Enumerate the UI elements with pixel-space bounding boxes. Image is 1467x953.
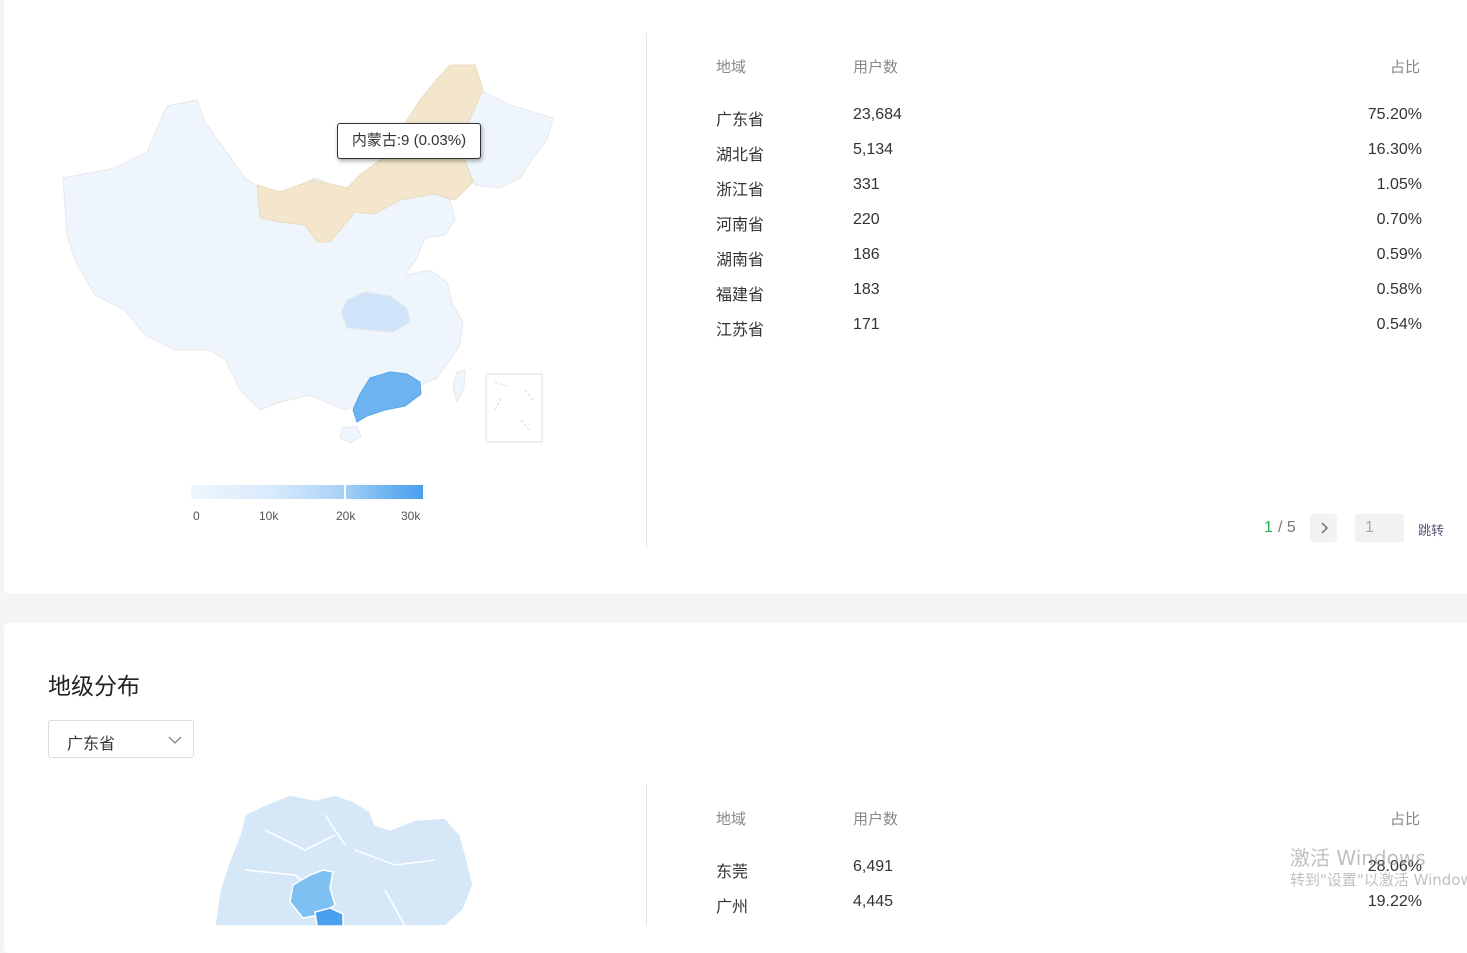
province-select[interactable]: 广东省 bbox=[48, 720, 194, 758]
legend-tick-0: 0 bbox=[193, 509, 200, 523]
map-region-taiwan[interactable] bbox=[452, 369, 466, 404]
column-header-region: 地域 bbox=[716, 810, 747, 828]
south-china-sea-islands bbox=[494, 381, 534, 431]
legend-tick-10k: 10k bbox=[259, 509, 279, 523]
row-share: 16.30% bbox=[1367, 141, 1422, 158]
row-region: 江苏省 bbox=[716, 320, 765, 339]
page-jump-button[interactable]: 跳转 bbox=[1418, 520, 1444, 539]
column-header-region: 地域 bbox=[716, 58, 747, 76]
map-tooltip: 内蒙古:9 (0.03%) bbox=[337, 123, 481, 159]
row-users: 186 bbox=[853, 246, 880, 263]
pagination-total-pages: / 5 bbox=[1278, 519, 1296, 536]
legend-handle[interactable] bbox=[344, 485, 346, 499]
legend-tick-20k: 20k bbox=[336, 509, 356, 523]
vertical-divider bbox=[646, 784, 647, 926]
map-region-hainan[interactable] bbox=[339, 425, 362, 444]
row-share: 0.58% bbox=[1376, 281, 1422, 298]
column-header-share: 占比 bbox=[1390, 58, 1421, 76]
china-province-map[interactable] bbox=[55, 60, 560, 460]
visual-map-legend[interactable] bbox=[191, 485, 423, 499]
row-users: 183 bbox=[853, 281, 880, 298]
row-share: 75.20% bbox=[1367, 106, 1422, 123]
row-region: 广州 bbox=[716, 897, 749, 916]
next-page-button[interactable] bbox=[1310, 514, 1337, 542]
row-users: 331 bbox=[853, 176, 880, 193]
row-share: 0.54% bbox=[1376, 316, 1422, 333]
chevron-down-icon bbox=[168, 736, 182, 744]
row-users: 4,445 bbox=[853, 893, 894, 910]
column-header-share: 占比 bbox=[1390, 810, 1421, 828]
row-share: 1.05% bbox=[1376, 176, 1422, 193]
province-select-value: 广东省 bbox=[67, 734, 116, 753]
row-region: 东莞 bbox=[716, 862, 749, 881]
row-users: 5,134 bbox=[853, 141, 894, 158]
row-users: 23,684 bbox=[853, 106, 902, 123]
column-header-users: 用户数 bbox=[853, 810, 899, 828]
row-region: 浙江省 bbox=[716, 180, 765, 199]
page-jump-input[interactable] bbox=[1355, 514, 1404, 542]
pagination-current-page: 1 bbox=[1264, 519, 1273, 536]
row-share: 0.70% bbox=[1376, 211, 1422, 228]
section-title: 地级分布 bbox=[48, 674, 140, 700]
row-share: 0.59% bbox=[1376, 246, 1422, 263]
column-header-users: 用户数 bbox=[853, 58, 899, 76]
row-users: 220 bbox=[853, 211, 880, 228]
row-users: 171 bbox=[853, 316, 880, 333]
chevron-right-icon bbox=[1321, 522, 1328, 534]
legend-tick-30k: 30k bbox=[401, 509, 421, 523]
row-share: 19.22% bbox=[1367, 893, 1422, 910]
windows-activation-watermark: 激活 Windows bbox=[1290, 846, 1426, 870]
row-region: 湖南省 bbox=[716, 250, 765, 269]
row-region: 湖北省 bbox=[716, 145, 765, 164]
row-region: 福建省 bbox=[716, 285, 765, 304]
guangdong-city-map[interactable] bbox=[205, 790, 480, 926]
row-region: 广东省 bbox=[716, 110, 765, 129]
south-china-sea-inset bbox=[485, 373, 543, 443]
windows-activation-hint: 转到"设置"以激活 Windows。 bbox=[1290, 871, 1467, 889]
row-users: 6,491 bbox=[853, 858, 894, 875]
vertical-divider bbox=[646, 33, 647, 548]
row-region: 河南省 bbox=[716, 215, 765, 234]
